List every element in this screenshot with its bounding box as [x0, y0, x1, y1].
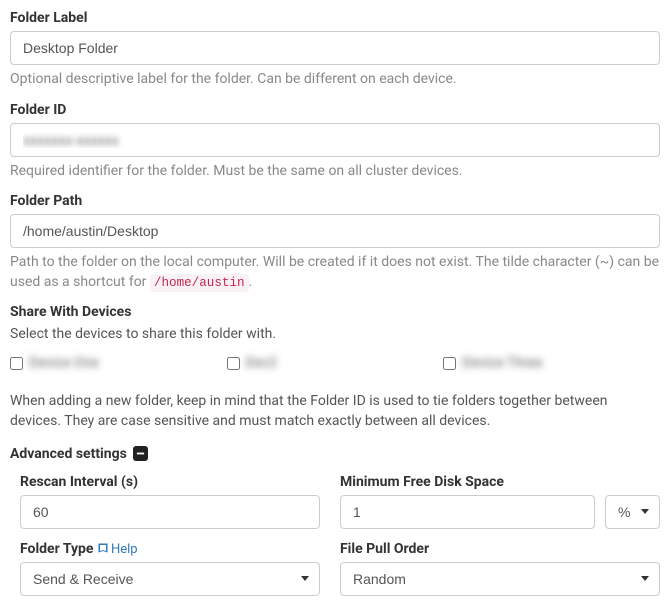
devices-row: Device One Dev2 Device Three [10, 355, 660, 371]
book-icon [97, 541, 109, 557]
folder-type-select[interactable]: Send & Receive [20, 562, 320, 596]
min-disk-space-group: Minimum Free Disk Space % [340, 474, 660, 529]
folder-type-label: Folder Type Help [20, 541, 320, 557]
device-name-1: Dev2 [246, 355, 277, 371]
folder-path-label: Folder Path [10, 193, 660, 209]
rescan-interval-group: Rescan Interval (s) [20, 474, 320, 529]
folder-path-help-prefix: Path to the folder on the local computer… [10, 254, 659, 290]
device-checkbox-input-2[interactable] [443, 357, 456, 370]
folder-type-group: Folder Type Help Send & Receive [20, 541, 320, 596]
folder-type-help-link[interactable]: Help [111, 542, 138, 557]
rescan-interval-input[interactable] [20, 495, 320, 529]
folder-label-input[interactable] [10, 31, 660, 65]
min-disk-space-input[interactable] [340, 495, 595, 529]
folder-type-label-text: Folder Type [20, 541, 93, 557]
file-pull-order-select[interactable]: Random [340, 562, 660, 596]
share-devices-label: Share With Devices [10, 304, 660, 320]
folder-id-help: Required identifier for the folder. Must… [10, 162, 660, 182]
folder-label-group: Folder Label Optional descriptive label … [10, 10, 660, 90]
folder-id-input[interactable] [10, 123, 660, 157]
min-disk-space-unit-select[interactable]: % [605, 495, 660, 529]
share-devices-group: Share With Devices Select the devices to… [10, 304, 660, 371]
device-checkbox-0[interactable]: Device One [10, 355, 227, 371]
folder-label-help: Optional descriptive label for the folde… [10, 70, 660, 90]
folder-path-help-suffix: . [249, 274, 253, 290]
device-checkbox-1[interactable]: Dev2 [227, 355, 444, 371]
folder-path-help-code: /home/austin [150, 274, 249, 292]
rescan-interval-label: Rescan Interval (s) [20, 474, 320, 490]
folder-id-group: Folder ID Required identifier for the fo… [10, 102, 660, 182]
advanced-settings-label: Advanced settings [10, 446, 127, 462]
advanced-settings-toggle[interactable]: Advanced settings [10, 446, 660, 462]
device-name-0: Device One [29, 355, 99, 371]
folder-path-input[interactable] [10, 214, 660, 248]
device-checkbox-input-0[interactable] [10, 357, 23, 370]
folder-id-note: When adding a new folder, keep in mind t… [10, 391, 660, 432]
device-checkbox-input-1[interactable] [227, 357, 240, 370]
minus-icon [133, 446, 148, 461]
device-checkbox-2[interactable]: Device Three [443, 355, 660, 371]
file-pull-order-label: File Pull Order [340, 541, 660, 557]
folder-label-label: Folder Label [10, 10, 660, 26]
folder-path-group: Folder Path Path to the folder on the lo… [10, 193, 660, 292]
share-devices-help: Select the devices to share this folder … [10, 325, 660, 345]
file-pull-order-group: File Pull Order Random [340, 541, 660, 596]
min-disk-space-label: Minimum Free Disk Space [340, 474, 660, 490]
folder-id-label: Folder ID [10, 102, 660, 118]
advanced-settings-body: Rescan Interval (s) Minimum Free Disk Sp… [10, 474, 660, 596]
device-name-2: Device Three [462, 355, 542, 371]
folder-path-help: Path to the folder on the local computer… [10, 253, 660, 292]
